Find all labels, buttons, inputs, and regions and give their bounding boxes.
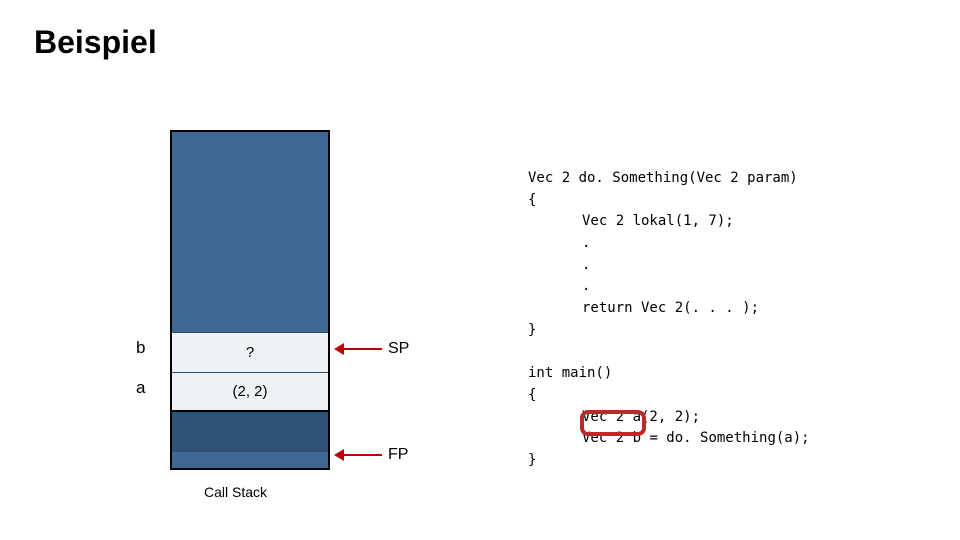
code-line: return Vec 2(. . . );: [528, 298, 759, 320]
fp-label: FP: [388, 446, 408, 464]
code-line: {: [528, 387, 536, 403]
sp-label: SP: [388, 340, 409, 358]
stack-caption: Call Stack: [204, 484, 267, 500]
stack-cell-b: ?: [172, 332, 328, 372]
code-line: .: [528, 255, 590, 277]
stack-cell-pad: [172, 412, 328, 452]
code-line: }: [528, 322, 536, 338]
code-line: .: [528, 276, 590, 298]
code-line: }: [528, 452, 536, 468]
code-line: Vec 2 do. Something(Vec 2 param): [528, 170, 798, 186]
code-line: int main(): [528, 365, 612, 381]
stack-pointer-sp: SP: [334, 340, 409, 358]
call-stack-column: ? (2, 2): [170, 130, 330, 470]
arrow-shaft: [344, 348, 382, 350]
slide-title: Beispiel: [34, 24, 157, 61]
stack-row-label-b: b: [136, 338, 145, 358]
code-line: Vec 2 a(2, 2);: [528, 407, 700, 429]
arrow-left-icon: [334, 449, 344, 461]
stack-cell-a: (2, 2): [172, 372, 328, 412]
code-line: .: [528, 233, 590, 255]
arrow-left-icon: [334, 343, 344, 355]
stack-pointer-fp: FP: [334, 446, 408, 464]
code-line: {: [528, 192, 536, 208]
code-block: Vec 2 do. Something(Vec 2 param) { Vec 2…: [528, 168, 810, 472]
stack-row-label-a: a: [136, 378, 145, 398]
code-line: Vec 2 b = do. Something(a);: [528, 428, 810, 450]
code-line: Vec 2 lokal(1, 7);: [528, 211, 734, 233]
arrow-shaft: [344, 454, 382, 456]
